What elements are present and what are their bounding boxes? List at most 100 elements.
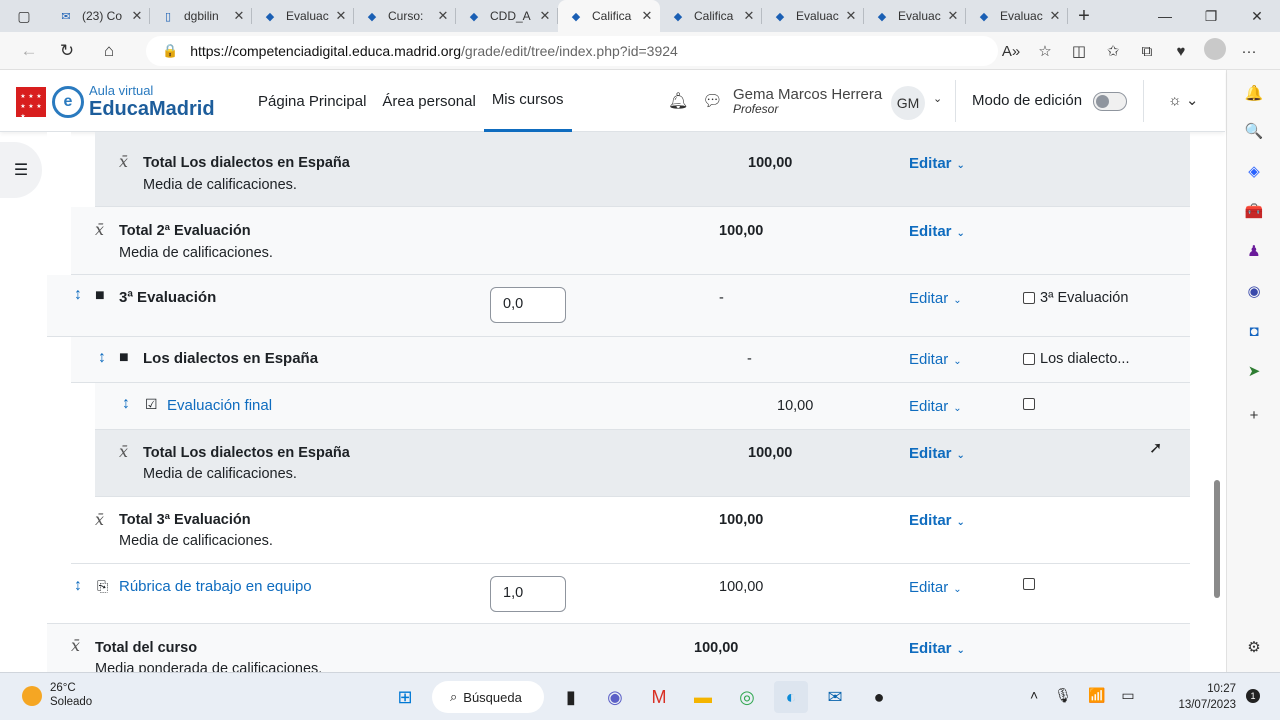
madrid-flag-logo[interactable]: ★ ★ ★ ★ ★ ★ ★: [16, 87, 46, 120]
url-field[interactable]: 🔒 https://competenciadigital.educa.madri…: [146, 36, 998, 66]
messages-icon[interactable]: 💬︎: [702, 91, 722, 111]
educamadrid-logo-icon[interactable]: e: [52, 86, 84, 118]
folder-icon[interactable]: ▬: [686, 681, 720, 713]
edit-menu[interactable]: Editar ⌄: [909, 398, 962, 415]
taskbar-search[interactable]: ⌕ Búsqueda: [432, 681, 544, 713]
weight-input[interactable]: 1,0: [490, 576, 566, 612]
nav-home[interactable]: Página Principal: [250, 70, 374, 132]
read-aloud-icon[interactable]: A»: [994, 43, 1028, 60]
close-icon[interactable]: ✕: [640, 8, 654, 24]
nav-my-courses[interactable]: Mis cursos: [483, 70, 572, 132]
reload-icon[interactable]: ↻: [50, 36, 84, 66]
move-icon[interactable]: ↕: [74, 577, 82, 595]
user-menu[interactable]: Gema Marcos Herrera Profesor: [733, 86, 882, 117]
edge-icon[interactable]: ◐: [774, 681, 808, 713]
browser-tab[interactable]: ▯ dgbilin ✕: [150, 0, 252, 32]
mail-icon[interactable]: ✉: [818, 681, 852, 713]
close-icon[interactable]: ✕: [1048, 8, 1062, 24]
notification-badge[interactable]: 1: [1246, 689, 1260, 703]
search-icon[interactable]: 🔍: [1243, 120, 1265, 142]
outlook-icon[interactable]: ◘: [1243, 320, 1265, 342]
browser-tab[interactable]: ◆ Evaluac ✕: [864, 0, 966, 32]
checkbox[interactable]: [1023, 398, 1035, 410]
checkbox[interactable]: [1023, 578, 1035, 590]
edit-menu[interactable]: Editar ⌄: [909, 640, 965, 657]
edit-mode-toggle[interactable]: [1093, 92, 1127, 111]
close-icon[interactable]: ✕: [538, 8, 552, 24]
accessibility-menu-icon[interactable]: ☼ ⌄: [1168, 91, 1198, 109]
back-icon[interactable]: ←: [12, 36, 46, 66]
file-explorer-dark-icon[interactable]: ▮: [554, 681, 588, 713]
bell-icon[interactable]: 🔔: [1243, 82, 1265, 104]
office-icon[interactable]: ◉: [1243, 280, 1265, 302]
move-icon[interactable]: ↕: [74, 286, 82, 304]
app-notification-icon[interactable]: ●: [862, 681, 896, 713]
close-icon[interactable]: ✕: [844, 8, 858, 24]
select-checkbox[interactable]: Los dialecto...: [1023, 351, 1129, 367]
browser-tab[interactable]: ◆ Califica ✕: [660, 0, 762, 32]
close-icon[interactable]: ✕: [946, 8, 960, 24]
games-icon[interactable]: ♟: [1243, 240, 1265, 262]
browser-tab[interactable]: ◆ Evaluac ✕: [762, 0, 864, 32]
collections-icon[interactable]: ⧉: [1130, 43, 1164, 60]
edit-menu[interactable]: Editar ⌄: [909, 290, 962, 307]
tools-icon[interactable]: 🧰: [1243, 200, 1265, 222]
move-icon[interactable]: ↕: [122, 395, 130, 413]
edit-menu[interactable]: Editar ⌄: [909, 579, 962, 596]
avatar[interactable]: GM: [891, 86, 925, 120]
move-icon[interactable]: ↕: [98, 349, 106, 367]
more-icon[interactable]: ···: [1232, 43, 1266, 60]
new-tab-icon[interactable]: +: [1068, 5, 1100, 28]
gmail-icon[interactable]: M: [642, 681, 676, 713]
wifi-icon[interactable]: 📶: [1088, 687, 1105, 704]
edit-menu[interactable]: Editar ⌄: [909, 155, 965, 172]
select-checkbox[interactable]: 3ª Evaluación: [1023, 290, 1128, 306]
tab-actions-icon[interactable]: ▢: [0, 0, 48, 32]
close-icon[interactable]: ✕: [742, 8, 756, 24]
extensions-icon[interactable]: ♥: [1164, 43, 1198, 60]
split-screen-icon[interactable]: ◫: [1062, 42, 1096, 60]
maximize-icon[interactable]: ❐: [1188, 0, 1234, 32]
teams-icon[interactable]: ◉: [598, 681, 632, 713]
weather-widget[interactable]: 26°C Soleado: [50, 682, 92, 710]
close-window-icon[interactable]: ✕: [1234, 0, 1280, 32]
edit-menu[interactable]: Editar ⌄: [909, 223, 965, 240]
favorite-star-icon[interactable]: ☆: [1028, 42, 1062, 60]
favorites-icon[interactable]: ✩: [1096, 42, 1130, 60]
weight-input[interactable]: 0,0: [490, 287, 566, 323]
select-checkbox[interactable]: [1023, 578, 1040, 590]
checkbox[interactable]: [1023, 353, 1035, 365]
shopping-tag-icon[interactable]: ◈: [1243, 160, 1265, 182]
battery-icon[interactable]: ▭: [1121, 687, 1134, 704]
browser-tab[interactable]: ✉ (23) Co ✕: [48, 0, 150, 32]
close-icon[interactable]: ✕: [436, 8, 450, 24]
microphone-icon[interactable]: 🎙: [1054, 687, 1072, 704]
chrome-icon[interactable]: ◎: [730, 681, 764, 713]
chevron-up-icon[interactable]: ˄: [1030, 687, 1038, 704]
checkbox[interactable]: [1023, 292, 1035, 304]
system-clock[interactable]: 10:27 13/07/2023: [1170, 681, 1236, 713]
add-icon[interactable]: +: [1243, 404, 1265, 426]
edit-menu[interactable]: Editar ⌄: [909, 445, 965, 462]
edit-menu[interactable]: Editar ⌄: [909, 351, 962, 368]
close-icon[interactable]: ✕: [130, 8, 144, 24]
send-icon[interactable]: ➤: [1243, 360, 1265, 382]
page-scrollbar[interactable]: [1214, 480, 1220, 598]
browser-tab[interactable]: ◆ Curso: ✕: [354, 0, 456, 32]
profile-icon[interactable]: [1198, 38, 1232, 64]
home-icon[interactable]: ⌂: [92, 36, 126, 66]
close-icon[interactable]: ✕: [334, 8, 348, 24]
browser-tab[interactable]: ◆ Evaluac ✕: [966, 0, 1068, 32]
nav-dashboard[interactable]: Área personal: [374, 70, 483, 132]
site-logo[interactable]: Aula virtual EducaMadrid: [89, 84, 215, 119]
select-checkbox[interactable]: [1023, 398, 1040, 410]
edit-menu[interactable]: Editar ⌄: [909, 512, 965, 529]
close-icon[interactable]: ✕: [232, 8, 246, 24]
minimize-icon[interactable]: —: [1142, 0, 1188, 32]
start-windows-icon[interactable]: ⊞: [388, 681, 422, 713]
browser-tab[interactable]: ◆ Evaluac ✕: [252, 0, 354, 32]
browser-tab[interactable]: ◆ CDD_A ✕: [456, 0, 558, 32]
grade-item-link[interactable]: Evaluación final: [167, 397, 272, 414]
chevron-down-icon[interactable]: ⌄: [933, 92, 942, 105]
grade-item-link[interactable]: Rúbrica de trabajo en equipo: [119, 578, 312, 595]
